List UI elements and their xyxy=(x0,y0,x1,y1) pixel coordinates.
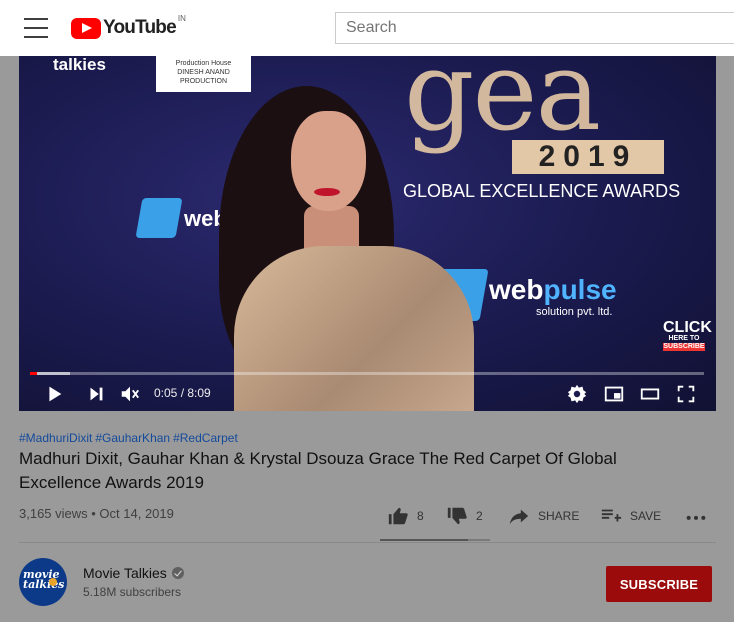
next-icon[interactable] xyxy=(85,383,107,405)
click-label: CLICK xyxy=(663,319,712,336)
share-button[interactable]: SHARE xyxy=(508,503,579,529)
subscribe-button[interactable]: SUBSCRIBE xyxy=(606,566,712,602)
logo-text: YouTube xyxy=(103,17,177,38)
event-year: 2019 xyxy=(512,140,664,174)
thumbs-down-icon xyxy=(447,507,467,525)
click-sub1: HERE TO xyxy=(668,335,700,342)
play-icon[interactable] xyxy=(43,383,65,405)
fullscreen-icon[interactable] xyxy=(675,383,697,405)
more-actions-button[interactable] xyxy=(685,503,715,529)
avatar-dot xyxy=(49,578,57,586)
progress-played xyxy=(30,372,37,375)
sentiment-bar xyxy=(380,539,490,541)
playlist-add-icon xyxy=(601,509,622,522)
person-figure xyxy=(209,66,474,411)
miniplayer-icon[interactable] xyxy=(603,383,625,405)
progress-bar[interactable] xyxy=(30,372,704,375)
youtube-logo[interactable]: YouTube IN xyxy=(71,14,186,39)
save-button[interactable]: SAVE xyxy=(600,503,661,529)
webpulse-solution: solution pvt. ltd. xyxy=(536,306,613,318)
thumbs-up-icon xyxy=(388,507,408,525)
click-sub2: SUBSCRIBE xyxy=(663,343,705,351)
save-label: SAVE xyxy=(630,509,662,523)
video-frame: talkies Production House DINESH ANAND PR… xyxy=(19,56,716,411)
hashtag-list: #MadhuriDixit #GauharKhan #RedCarpet xyxy=(19,431,241,445)
country-code: IN xyxy=(177,14,186,23)
video-meta: 3,165 views • Oct 14, 2019 xyxy=(19,506,174,521)
webpulse-brand-web: web xyxy=(489,274,544,305)
player-controls: 0:05 / 8:09 xyxy=(19,376,716,411)
hashtag-link[interactable]: #RedCarpet xyxy=(173,431,238,445)
masthead: YouTube IN xyxy=(0,0,734,56)
subscriber-count: 5.18M subscribers xyxy=(83,585,182,599)
video-player[interactable]: talkies Production House DINESH ANAND PR… xyxy=(19,56,716,411)
channel-name-link[interactable]: Movie Talkies xyxy=(83,565,184,581)
time-display: 0:05 / 8:09 xyxy=(154,386,211,400)
video-title: Madhuri Dixit, Gauhar Khan & Krystal Dso… xyxy=(19,449,617,492)
channel-name: Movie Talkies xyxy=(83,565,167,581)
divider xyxy=(19,542,716,543)
avatar-text: movie talkies xyxy=(23,568,65,591)
channel-watermark: talkies xyxy=(53,56,106,74)
sentiment-like-fill xyxy=(380,539,468,541)
dislike-button[interactable]: 2 xyxy=(446,503,483,529)
more-horizontal-icon xyxy=(686,515,706,520)
like-button[interactable]: 8 xyxy=(387,503,424,529)
webpulse-brand-pulse: pulse xyxy=(543,274,617,305)
youtube-play-icon xyxy=(71,17,101,39)
verified-icon xyxy=(171,567,184,579)
hashtag-link[interactable]: #MadhuriDixit xyxy=(19,431,92,445)
click-to-subscribe-badge: CLICK HERE TO SUBSCRIBE xyxy=(663,320,712,351)
like-count: 8 xyxy=(417,509,424,523)
webpulse-logo-small xyxy=(135,198,183,238)
hashtag-link[interactable]: #GauharKhan xyxy=(95,431,170,445)
mute-icon[interactable] xyxy=(119,383,141,405)
share-icon xyxy=(509,509,529,525)
settings-icon[interactable] xyxy=(566,383,588,405)
search-input[interactable] xyxy=(335,12,734,44)
theater-mode-icon[interactable] xyxy=(639,383,661,405)
dislike-count: 2 xyxy=(476,509,483,523)
share-label: SHARE xyxy=(538,509,580,523)
webpulse-brand: webpulse xyxy=(489,274,617,306)
avatar[interactable]: movie talkies xyxy=(19,558,67,606)
menu-icon[interactable] xyxy=(24,18,48,38)
